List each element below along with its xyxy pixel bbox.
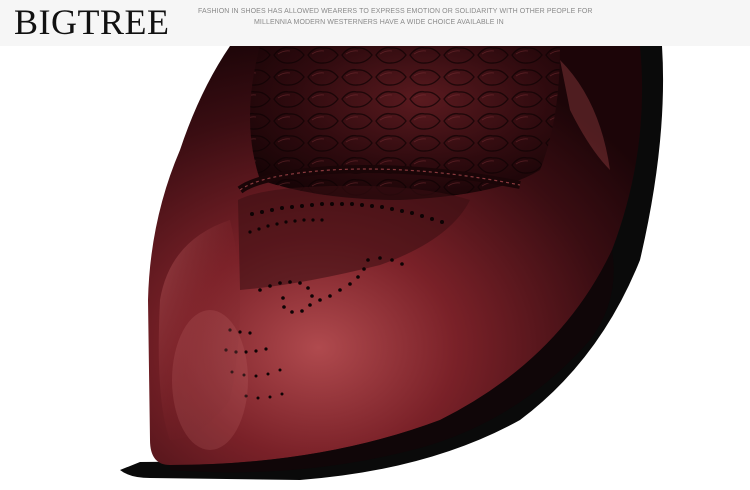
brand-tagline: FASHION IN SHOES HAS ALLOWED WEARERS TO … xyxy=(198,6,593,28)
brand-logo: BIGTREE xyxy=(14,2,170,42)
product-banner: BIGTREE FASHION IN SHOES HAS ALLOWED WEA… xyxy=(0,0,750,490)
tagline-line-2: MILLENNIA MODERN WESTERNERS HAVE A WIDE … xyxy=(254,19,504,26)
brand-header: BIGTREE FASHION IN SHOES HAS ALLOWED WEA… xyxy=(0,0,750,46)
shoe-photo xyxy=(0,46,750,490)
tagline-line-1: FASHION IN SHOES HAS ALLOWED WEARERS TO … xyxy=(198,8,593,15)
